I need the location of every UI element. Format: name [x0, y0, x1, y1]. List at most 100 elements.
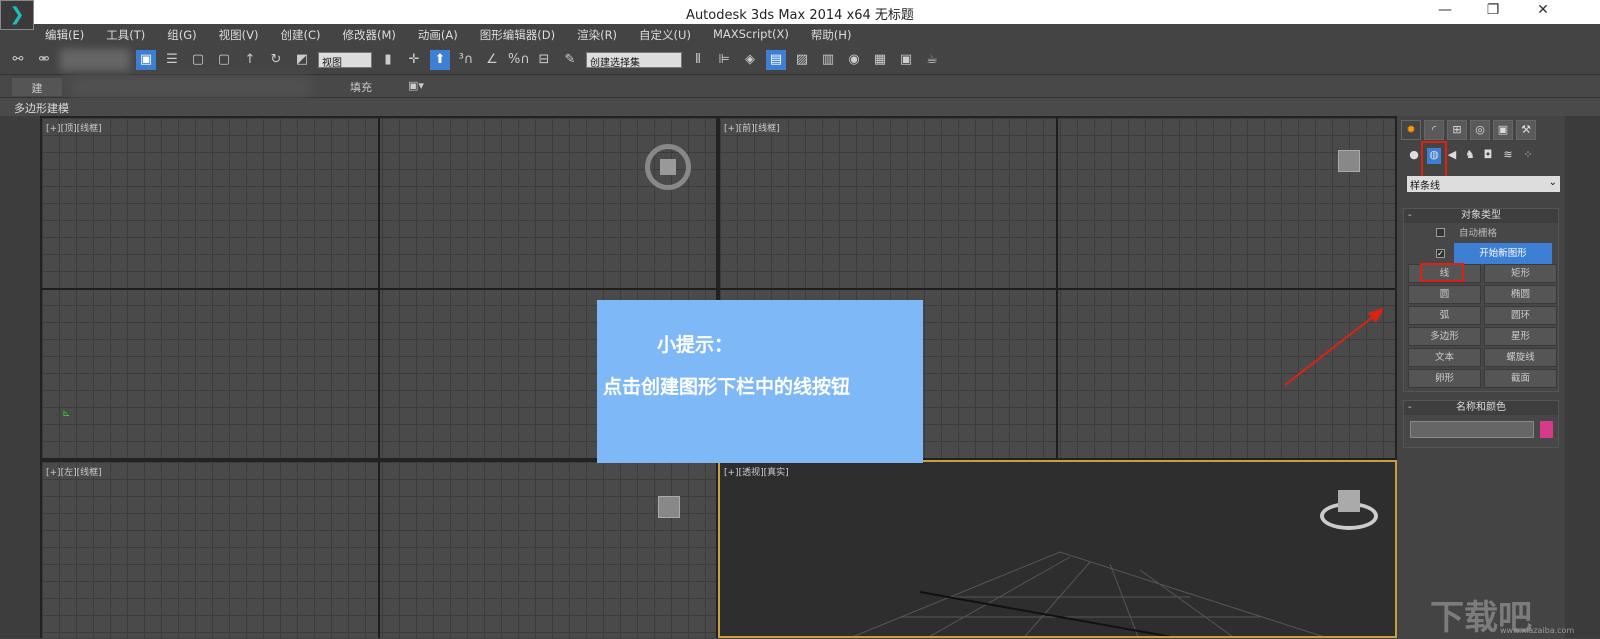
menu-item[interactable]: 自定义(U)	[628, 24, 702, 45]
menu-item[interactable]: 帮助(H)	[800, 24, 863, 45]
display-tab-icon[interactable]: ▣	[1493, 120, 1513, 140]
viewport-perspective[interactable]: [+][透视][真实]	[718, 460, 1397, 638]
menu-item[interactable]: 编辑(E)	[34, 24, 95, 45]
named-selection-set[interactable]: 创建选择集	[586, 51, 682, 69]
modify-tab-icon[interactable]: ◜	[1424, 120, 1444, 140]
polygon-modeling-label[interactable]: 多边形建模	[14, 100, 69, 116]
select-by-name-icon[interactable]: ☰	[162, 50, 182, 70]
select-icon[interactable]: ▣	[136, 49, 156, 70]
shape-button[interactable]: 星形	[1484, 327, 1557, 346]
keyboard-shortcut-icon[interactable]: ⬆	[430, 49, 450, 70]
menu-item[interactable]: 动画(A)	[407, 24, 469, 45]
main-toolbar: ⚯ ⚮ ▣ ☰ ▢ ▢ ↑ ↻ ◩ 视图 ▮ ✛ ⬆ ³∩ ∠ %∩ ⊟ ✎ 创…	[0, 45, 1600, 75]
left-strip	[0, 116, 40, 638]
angle-snap-icon[interactable]: ∠	[482, 50, 502, 70]
mirror-icon[interactable]: ⫴	[688, 50, 708, 70]
create-tab-icon[interactable]: ✹	[1401, 120, 1421, 140]
shape-button[interactable]: 文本	[1408, 348, 1481, 367]
viewport-label[interactable]: [+][前][线框]	[724, 121, 780, 134]
close-button[interactable]: ✕	[1528, 2, 1558, 18]
schematic-icon[interactable]: ▥	[818, 50, 838, 70]
start-new-shape-checkbox[interactable]: ✓	[1436, 249, 1445, 258]
restore-button[interactable]: ❐	[1478, 2, 1508, 18]
shape-button[interactable]: 圆环	[1484, 306, 1557, 325]
pivot-icon[interactable]: ▮	[378, 50, 398, 70]
viewcube-icon[interactable]	[658, 496, 680, 518]
hierarchy-tab-icon[interactable]: ⊞	[1447, 120, 1467, 140]
edit-named-selection-icon[interactable]: ✎	[560, 50, 580, 70]
curve-editor-icon[interactable]: ▨	[792, 50, 812, 70]
category-dropdown[interactable]: 样条线 ⌄	[1407, 176, 1560, 192]
watermark-url: www.xiazaiba.com	[1500, 626, 1575, 635]
viewcube-icon[interactable]	[1338, 490, 1360, 512]
menu-item[interactable]: 工具(T)	[95, 24, 156, 45]
reference-coord-select[interactable]: 视图	[318, 51, 372, 69]
ribbon-options-icon[interactable]: ▣▾	[408, 79, 424, 92]
object-color-swatch[interactable]	[1540, 421, 1553, 438]
material-editor-icon[interactable]: ◉	[844, 50, 864, 70]
ribbon: 建 填充 ▣▾	[0, 76, 1600, 98]
viewport-left[interactable]: [+][左][线框]	[42, 462, 716, 638]
command-panel: ✹ ◜ ⊞ ◎ ▣ ⚒ ● ◍ ◀ ♞ ◘ ≋ ⁘ 样条线 ⌄ - 对象类型 自动栅…	[1397, 116, 1565, 638]
rotate-icon[interactable]: ↻	[266, 50, 286, 70]
viewport-label[interactable]: [+][透视][真实]	[724, 465, 789, 478]
object-type-rollout: - 对象类型 自动栅格 ✓ 开始新图形 线矩形圆椭圆弧圆环 多边形 星形 文本 螺旋线 卵形…	[1403, 208, 1559, 392]
menu-item[interactable]: 创建(C)	[269, 24, 331, 45]
viewport-label[interactable]: [+][顶][线框]	[46, 121, 102, 134]
title-bar: Autodesk 3ds Max 2014 x64 无标题 — ❐ ✕	[0, 0, 1600, 24]
tab-build[interactable]: 建	[12, 78, 62, 96]
link-icon[interactable]: ⚯	[8, 50, 28, 70]
app-logo-icon[interactable]: ❯	[0, 0, 34, 30]
menu-item[interactable]: 视图(V)	[208, 24, 270, 45]
shape-button[interactable]: 矩形	[1484, 264, 1557, 283]
menu-item[interactable]: 图形编辑器(D)	[469, 24, 566, 45]
menu-item[interactable]: MAXScript(X)	[702, 24, 800, 45]
utilities-tab-icon[interactable]: ⚒	[1516, 120, 1536, 140]
spacewarps-icon[interactable]: ≋	[1501, 148, 1515, 161]
minimize-button[interactable]: —	[1430, 2, 1460, 18]
window-crossing-icon[interactable]: ▢	[214, 50, 234, 70]
viewcube-icon[interactable]	[1338, 150, 1360, 172]
align-icon[interactable]: ⊫	[714, 50, 734, 70]
window-title: Autodesk 3ds Max 2014 x64 无标题	[686, 8, 914, 23]
percent-snap-icon[interactable]: %∩	[508, 50, 530, 70]
graphite-toggle-icon[interactable]: ▤	[766, 49, 786, 70]
systems-icon[interactable]: ⁘	[1521, 148, 1535, 161]
auto-grid-label: 自动栅格	[1459, 228, 1498, 239]
scale-icon[interactable]: ◩	[292, 50, 312, 70]
lights-icon[interactable]: ◀	[1445, 148, 1459, 161]
spinner-snap-icon[interactable]: ⊟	[534, 50, 554, 70]
manipulate-icon[interactable]: ✛	[404, 50, 424, 70]
move-icon[interactable]: ↑	[240, 50, 260, 70]
category-value: 样条线	[1410, 181, 1440, 192]
shape-button[interactable]: 圆	[1408, 285, 1481, 304]
shape-button[interactable]: 螺旋线	[1484, 348, 1557, 367]
helpers-icon[interactable]: ◘	[1481, 148, 1495, 161]
tab-fill[interactable]: 填充	[350, 79, 372, 95]
highlight-box	[1420, 263, 1464, 282]
shape-button[interactable]: 截面	[1484, 369, 1557, 388]
motion-tab-icon[interactable]: ◎	[1470, 120, 1490, 140]
viewport-label[interactable]: [+][左][线框]	[46, 465, 102, 478]
geometry-icon[interactable]: ●	[1407, 148, 1421, 161]
shape-button[interactable]: 卵形	[1408, 369, 1481, 388]
shape-button[interactable]: 弧	[1408, 306, 1481, 325]
shape-button[interactable]: 椭圆	[1484, 285, 1557, 304]
unlink-icon[interactable]: ⚮	[34, 50, 54, 70]
shape-button[interactable]: 多边形	[1408, 327, 1481, 346]
layer-icon[interactable]: ◈	[740, 50, 760, 70]
menu-item[interactable]: 修改器(M)	[332, 24, 407, 45]
tip-title: 小提示：	[657, 334, 734, 356]
snap-3d-icon[interactable]: ³∩	[456, 50, 476, 70]
auto-grid-checkbox[interactable]	[1436, 228, 1445, 237]
render-frame-icon[interactable]: ▣	[896, 50, 916, 70]
menu-item[interactable]: 渲染(R)	[566, 24, 628, 45]
cameras-icon[interactable]: ♞	[1463, 148, 1477, 161]
viewcube-icon[interactable]	[645, 144, 691, 190]
object-name-input[interactable]	[1410, 421, 1534, 438]
menu-item[interactable]: 组(G)	[156, 24, 207, 45]
region-select-icon[interactable]: ▢	[188, 50, 208, 70]
render-setup-icon[interactable]: ▦	[870, 50, 890, 70]
render-icon[interactable]: ☕	[922, 50, 942, 70]
start-new-shape-button[interactable]: 开始新图形	[1454, 243, 1552, 264]
